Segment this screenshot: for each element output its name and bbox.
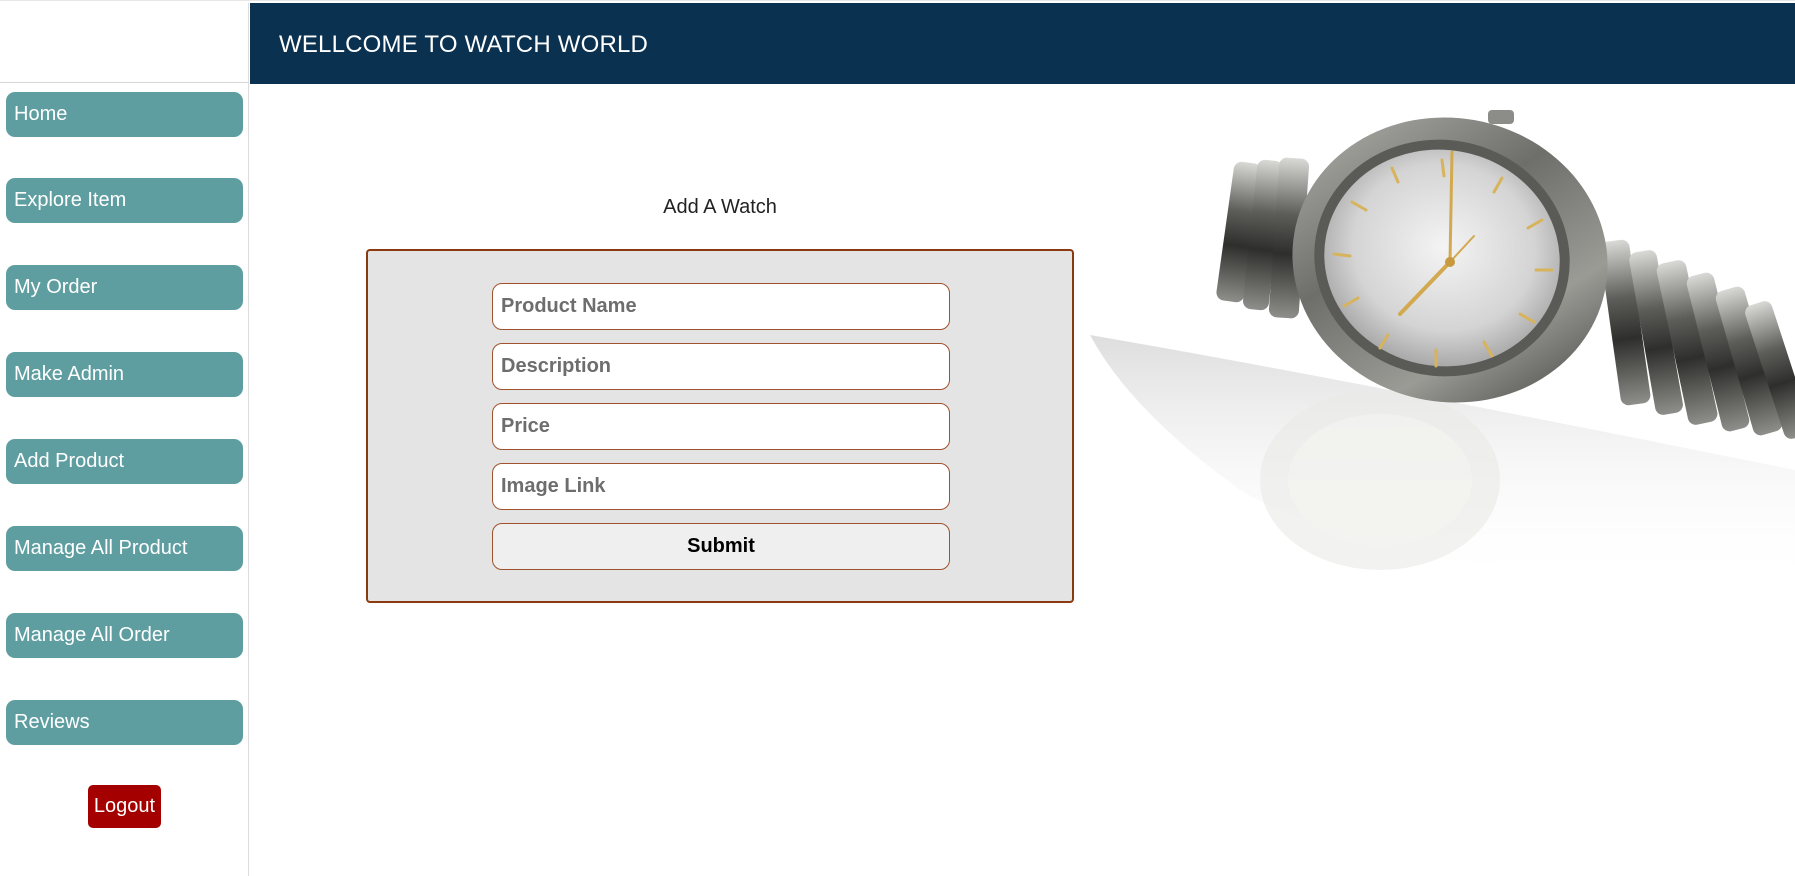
description-input[interactable]	[492, 343, 950, 390]
submit-button[interactable]: Submit	[492, 523, 950, 570]
page-title: WELLCOME TO WATCH WORLD	[279, 31, 649, 58]
wristwatch-image	[1090, 110, 1795, 600]
product-name-input[interactable]	[492, 283, 950, 330]
sidebar-item-home[interactable]: Home	[6, 92, 243, 137]
top-header: WELLCOME TO WATCH WORLD	[250, 3, 1795, 84]
sidebar-item-my-order[interactable]: My Order	[6, 265, 243, 310]
sidebar-item-manage-all-order[interactable]: Manage All Order	[6, 613, 243, 658]
image-link-input[interactable]	[492, 463, 950, 510]
form-title: Add A Watch	[663, 196, 777, 218]
sidebar: Home Explore Item My Order Make Admin Ad…	[0, 3, 249, 876]
sidebar-item-explore-item[interactable]: Explore Item	[6, 178, 243, 223]
sidebar-item-reviews[interactable]: Reviews	[6, 700, 243, 745]
sidebar-header	[0, 3, 248, 83]
price-input[interactable]	[492, 403, 950, 450]
sidebar-item-make-admin[interactable]: Make Admin	[6, 352, 243, 397]
add-watch-form: Submit	[366, 249, 1074, 603]
sidebar-item-add-product[interactable]: Add Product	[6, 439, 243, 484]
sidebar-item-manage-all-product[interactable]: Manage All Product	[6, 526, 243, 571]
logout-button[interactable]: Logout	[88, 785, 161, 828]
